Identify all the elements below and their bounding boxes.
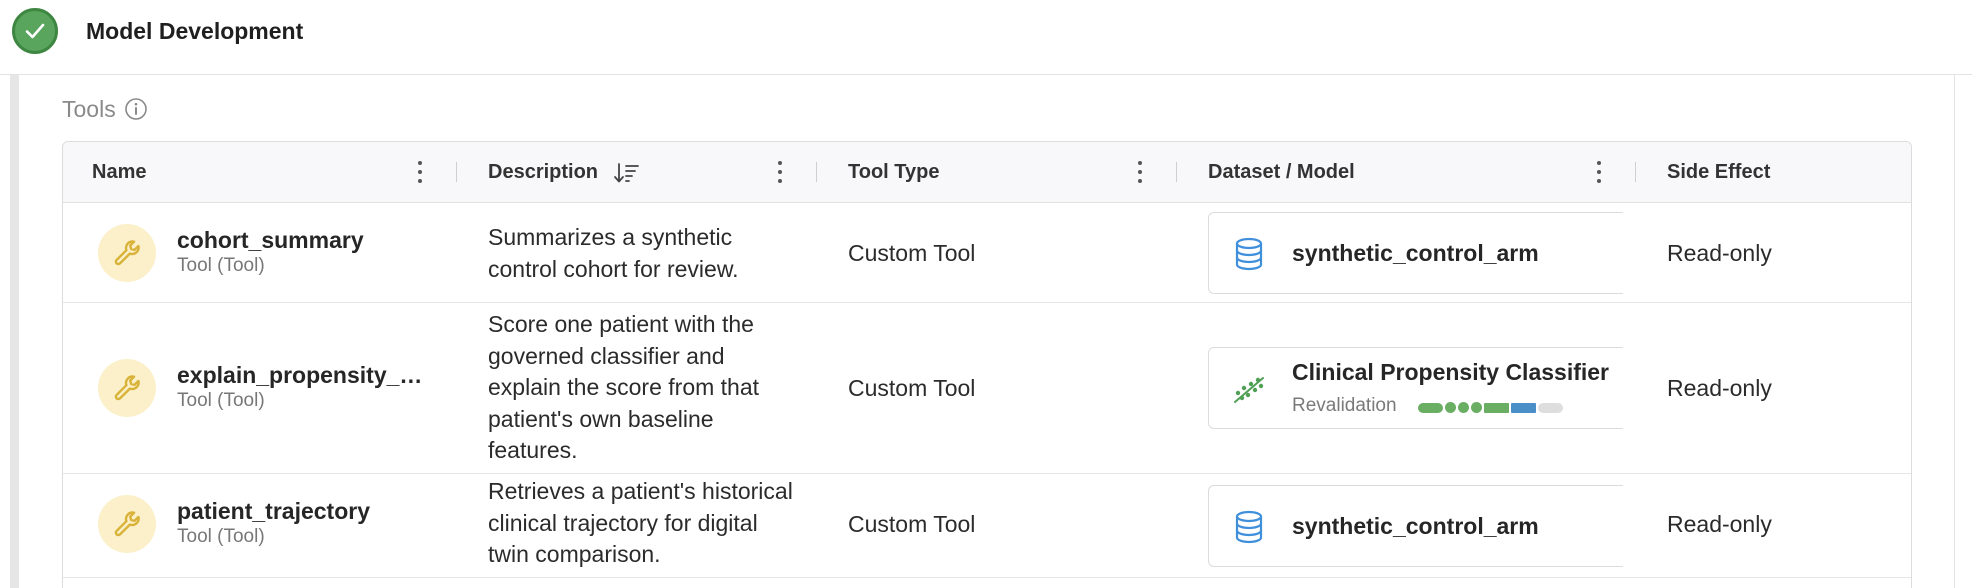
tool-kind: Tool (Tool) (177, 526, 265, 547)
table-header: Name Description Tool Type Dataset / Mod… (63, 142, 1911, 203)
wrench-icon (98, 359, 156, 417)
column-menu-icon[interactable] (1593, 159, 1605, 185)
stage-pending (1538, 402, 1563, 413)
section-title-text: Tools (62, 95, 116, 122)
model-scatter-icon (1231, 371, 1267, 407)
column-resize-handle[interactable] (1635, 162, 1636, 182)
column-header-description[interactable]: Description (488, 142, 640, 203)
column-menu-icon[interactable] (414, 159, 426, 185)
model-name: Clinical Propensity Classifier (1292, 359, 1610, 385)
dataset-name: synthetic_control_arm (1292, 513, 1539, 539)
dataset-card[interactable]: synthetic_control_arm (1208, 212, 1623, 294)
tools-table: Name Description Tool Type Dataset / Mod… (62, 141, 1912, 588)
tool-name[interactable]: explain_propensity_score (177, 361, 427, 389)
stage-current (1511, 402, 1536, 413)
dataset-card[interactable]: synthetic_control_arm (1208, 485, 1623, 567)
stage-complete (1484, 402, 1509, 413)
info-icon[interactable] (124, 97, 148, 121)
stage-complete (1471, 402, 1482, 413)
stage-complete (1445, 402, 1456, 413)
tool-type: Custom Tool (848, 240, 976, 266)
left-rail (10, 75, 19, 588)
tool-description: Retrieves a patient's historical clinica… (488, 478, 793, 567)
tool-kind: Tool (Tool) (177, 255, 265, 276)
lifecycle-progress (1418, 402, 1563, 413)
column-header-name[interactable]: Name (92, 142, 146, 203)
table-row[interactable]: explain_propensity_score Tool (Tool) Sco… (63, 303, 1911, 474)
table-row[interactable]: cohort_summary Tool (Tool) Summarizes a … (63, 203, 1911, 303)
column-header-label: Dataset / Model (1208, 161, 1355, 183)
column-header-label: Description (488, 161, 599, 183)
model-card[interactable]: Clinical Propensity Classifier Revalidat… (1208, 347, 1623, 429)
page-header: Model Development (0, 0, 1972, 75)
stage-complete (1458, 402, 1469, 413)
column-resize-handle[interactable] (456, 162, 457, 182)
database-icon (1231, 509, 1267, 545)
wrench-icon (98, 495, 156, 553)
column-resize-handle[interactable] (1176, 162, 1177, 182)
tool-description: Summarizes a synthetic control cohort fo… (488, 224, 739, 282)
column-header-tool-type[interactable]: Tool Type (848, 142, 939, 203)
right-divider (1954, 75, 1955, 588)
column-menu-icon[interactable] (774, 159, 786, 185)
wrench-icon (98, 224, 156, 282)
tool-name[interactable]: patient_trajectory (177, 497, 427, 525)
tool-kind: Tool (Tool) (177, 390, 265, 411)
tool-name[interactable]: cohort_summary (177, 226, 427, 254)
tool-type: Custom Tool (848, 511, 976, 537)
side-effect: Read-only (1667, 511, 1772, 537)
dataset-name: synthetic_control_arm (1292, 240, 1539, 266)
column-header-side-effect[interactable]: Side Effect (1667, 142, 1770, 203)
tool-description: Score one patient with the governed clas… (488, 311, 760, 463)
column-menu-icon[interactable] (1134, 159, 1146, 185)
side-effect: Read-only (1667, 240, 1772, 266)
column-header-dataset-model[interactable]: Dataset / Model (1208, 142, 1355, 203)
model-stage: Revalidation (1292, 395, 1397, 416)
table-row[interactable]: patient_trajectory Tool (Tool) Retrieves… (63, 474, 1911, 578)
sort-descending-icon[interactable] (612, 161, 640, 185)
column-header-label: Tool Type (848, 161, 940, 183)
column-header-label: Name (92, 161, 147, 183)
checkmark-icon (12, 8, 58, 54)
section-title: Tools (62, 95, 148, 123)
page-title: Model Development (86, 18, 304, 44)
stage-complete (1418, 402, 1443, 413)
column-header-label: Side Effect (1667, 161, 1771, 183)
side-effect: Read-only (1667, 375, 1772, 401)
database-icon (1231, 236, 1267, 272)
tool-type: Custom Tool (848, 375, 976, 401)
column-resize-handle[interactable] (816, 162, 817, 182)
